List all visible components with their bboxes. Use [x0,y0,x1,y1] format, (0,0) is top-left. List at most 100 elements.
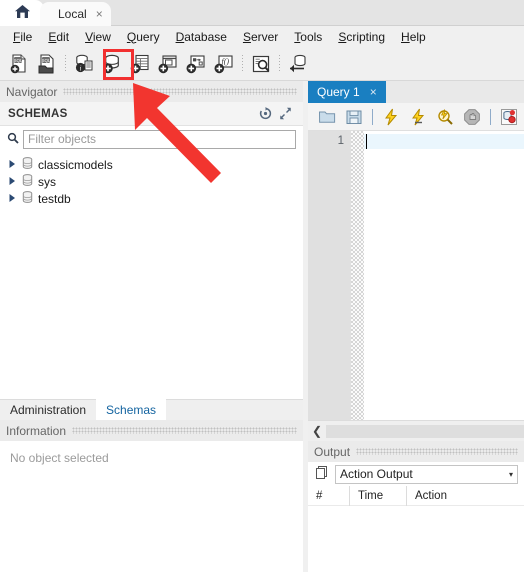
query-tab-label: Query 1 [317,85,360,99]
expander-icon[interactable] [8,158,17,172]
filter-objects-input[interactable] [28,132,291,146]
tab-administration[interactable]: Administration [0,399,96,420]
schema-name: classicmodels [38,157,113,172]
output-table-body [308,506,524,572]
schemas-tree: classicmodels sys testdb [0,152,303,207]
new-sql-tab-icon[interactable]: SQL [6,50,32,78]
information-body: No object selected [0,441,303,572]
navigator-caption: Navigator [0,81,303,102]
refresh-icon[interactable] [255,105,275,123]
expander-icon[interactable] [8,175,17,189]
svg-text:f(): f() [222,57,230,66]
close-icon[interactable]: × [96,8,103,20]
collapse-all-icon[interactable] [275,105,295,123]
execute-icon[interactable] [379,105,403,129]
schema-name: testdb [38,191,71,206]
navigator-panel: Navigator SCHEMAS Filter objects classic… [0,81,303,572]
database-icon [22,174,33,189]
navigator-caption-label: Navigator [6,84,58,99]
menu-database[interactable]: Database [168,28,235,46]
caption-dots [63,88,297,95]
menu-tools[interactable]: Tools [286,28,330,46]
server-status-icon[interactable]: i [71,50,97,78]
column-header-action[interactable]: Action [407,486,524,506]
text-caret [366,134,367,149]
reverse-engineer-icon[interactable] [285,50,311,78]
current-line-highlight [364,134,524,149]
connection-tab-label: Local [58,7,87,21]
output-table-header: # Time Action [308,485,524,506]
toolbar-separator-2 [242,54,243,73]
menu-file[interactable]: File [5,28,40,46]
navigator-tabs: Administration Schemas [0,399,303,420]
svg-text:SQL: SQL [41,58,51,63]
menu-scripting[interactable]: Scripting [330,28,393,46]
mysql-workbench-window: Local × File Edit View Query Database Se… [0,0,524,572]
save-script-icon[interactable] [342,105,366,129]
information-caption-label: Information [6,423,67,438]
caption-dots [356,448,518,455]
execute-current-statement-icon[interactable] [406,105,430,129]
line-number-gutter: 1 [308,131,351,420]
open-script-icon[interactable] [315,105,339,129]
close-icon[interactable]: × [370,85,377,99]
create-view-icon[interactable] [155,50,181,78]
line-number: 1 [337,135,344,147]
home-tab[interactable] [0,0,44,26]
output-type-value: Action Output [340,467,413,481]
column-header-index[interactable]: # [308,485,350,506]
schema-name: sys [38,174,56,189]
search-icon [7,132,19,147]
filter-objects-box[interactable] [23,129,296,149]
tab-schemas[interactable]: Schemas [96,399,167,420]
stop-icon[interactable] [460,105,484,129]
menu-help[interactable]: Help [393,28,434,46]
schema-item-classicmodels[interactable]: classicmodels [0,156,303,173]
schemas-title: SCHEMAS [8,107,68,120]
menu-bar: File Edit View Query Database Server Too… [0,26,524,47]
create-procedure-icon[interactable] [183,50,209,78]
column-header-time[interactable]: Time [350,485,407,506]
editor-text-area[interactable] [364,131,524,420]
open-sql-script-icon[interactable]: SQL [34,50,60,78]
create-table-icon[interactable] [127,50,153,78]
action-output-icon [314,465,329,483]
query-tab-1[interactable]: Query 1 × [308,81,386,103]
schema-item-testdb[interactable]: testdb [0,190,303,207]
toggle-autocommit-icon[interactable] [497,105,521,129]
menu-server[interactable]: Server [235,28,286,46]
toolbar-separator-3 [279,54,280,73]
window-tabstrip: Local × [0,0,524,26]
svg-text:SQL: SQL [13,58,23,63]
menu-query[interactable]: Query [119,28,168,46]
database-icon [22,157,33,172]
sql-editor[interactable]: 1 [308,131,524,420]
query-toolbar-separator [372,108,373,125]
output-caption-label: Output [314,444,351,459]
fold-margin [351,131,364,420]
expander-icon[interactable] [8,192,17,206]
menu-edit[interactable]: Edit [40,28,77,46]
output-type-select[interactable]: Action Output ▾ [335,464,518,484]
toolbar-separator [65,54,66,73]
svg-text:i: i [80,64,82,72]
search-data-icon[interactable] [248,50,274,78]
menu-view[interactable]: View [77,28,119,46]
output-selector-row: Action Output ▾ [308,462,524,486]
schemas-header: SCHEMAS [0,102,303,126]
query-toolbar [308,103,524,131]
caption-dots [72,427,297,434]
filter-row [0,126,303,152]
schema-item-sys[interactable]: sys [0,173,303,190]
create-function-icon[interactable]: f() [211,50,237,78]
connection-tab-local[interactable]: Local × [40,2,111,26]
database-icon [22,191,33,206]
home-icon [14,4,31,22]
chevron-left-icon[interactable]: ❮ [312,424,322,438]
chevron-down-icon[interactable]: ▾ [509,470,513,479]
no-object-selected-message: No object selected [10,451,109,465]
information-caption: Information [0,420,303,441]
output-collapse-bar: ❮ [308,420,524,441]
explain-icon[interactable] [433,105,457,129]
create-schema-icon[interactable] [99,50,125,78]
